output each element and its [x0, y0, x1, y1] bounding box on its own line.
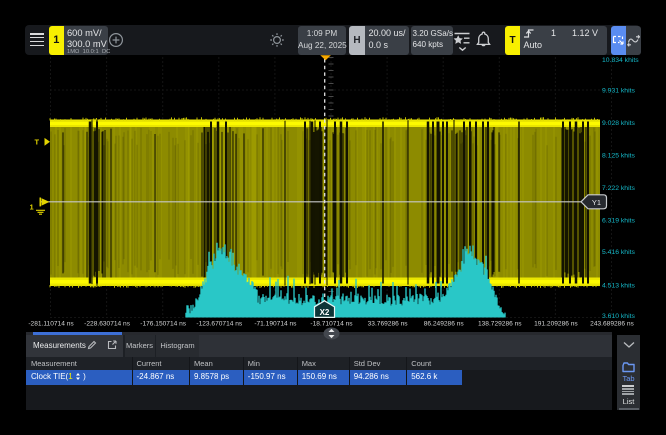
svg-text:9.931 khits: 9.931 khits — [602, 88, 635, 95]
svg-text:243.689286 ns: 243.689286 ns — [590, 321, 634, 328]
svg-text:8.125 khits: 8.125 khits — [602, 153, 635, 160]
svg-text:33.769286 ns: 33.769286 ns — [368, 321, 409, 328]
svg-text:-176.150714 ns: -176.150714 ns — [140, 321, 187, 328]
svg-text:-281.110714 ns: -281.110714 ns — [28, 321, 74, 328]
svg-text:138.729286 ns: 138.729286 ns — [478, 321, 522, 328]
svg-text:T: T — [35, 138, 40, 147]
svg-text:86.249286 ns: 86.249286 ns — [424, 321, 465, 328]
svg-text:3.610 khits: 3.610 khits — [602, 313, 635, 320]
svg-text:1: 1 — [30, 203, 34, 212]
svg-text:5.416 khits: 5.416 khits — [602, 249, 635, 256]
svg-text:6.319 khits: 6.319 khits — [602, 218, 635, 225]
svg-text:X2: X2 — [320, 308, 330, 317]
svg-text:Y1: Y1 — [592, 198, 601, 207]
svg-text:10.834 khits: 10.834 khits — [602, 57, 639, 64]
svg-text:191.209286 ns: 191.209286 ns — [534, 321, 578, 328]
svg-text:-228.630714 ns: -228.630714 ns — [84, 321, 131, 328]
svg-text:-71.190714 ns: -71.190714 ns — [254, 321, 297, 328]
svg-text:7.222 khits: 7.222 khits — [602, 185, 635, 192]
svg-text:-123.670714 ns: -123.670714 ns — [196, 321, 243, 328]
svg-text:9.028 khits: 9.028 khits — [602, 120, 635, 127]
svg-text:4.513 khits: 4.513 khits — [602, 283, 635, 290]
